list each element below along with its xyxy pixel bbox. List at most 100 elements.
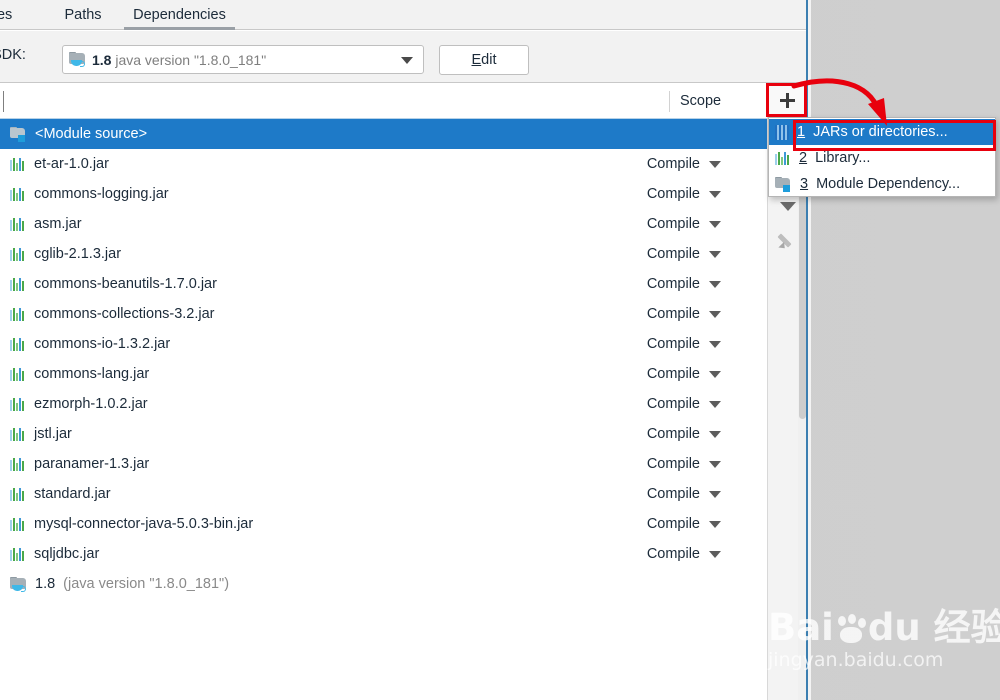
chevron-down-icon[interactable]: [401, 57, 413, 64]
table-row[interactable]: cglib-2.1.3.jar Compile: [0, 239, 767, 269]
chevron-down-icon[interactable]: [709, 190, 721, 198]
module-sdk-description: java version "1.8.0_181": [115, 51, 267, 68]
dependency-name-label: commons-collections-3.2.jar: [34, 306, 215, 322]
dependency-name-label: <Module source>: [35, 126, 148, 142]
module-sdk-combobox[interactable]: 1.8 java version "1.8.0_181": [62, 45, 424, 74]
chevron-down-icon[interactable]: [709, 550, 721, 558]
jar-icon: [10, 217, 26, 231]
table-row[interactable]: ezmorph-1.0.2.jar Compile: [0, 389, 767, 419]
module-folder-icon: [10, 126, 27, 142]
dependency-name-label: commons-beanutils-1.7.0.jar: [34, 276, 217, 292]
scope-dropdown[interactable]: Compile: [647, 239, 721, 269]
table-row[interactable]: 1.8 (java version "1.8.0_181"): [0, 569, 767, 599]
scope-dropdown[interactable]: Compile: [647, 209, 721, 239]
scope-value: Compile: [646, 336, 700, 352]
jar-icon: [10, 457, 26, 471]
dependency-name-cell: commons-beanutils-1.7.0.jar: [0, 276, 217, 292]
jar-icon: [10, 547, 26, 561]
dependency-list[interactable]: <Module source> et-ar-1.0.jar Compile commo…: [0, 119, 767, 700]
column-header-scope-label: Scope: [680, 93, 722, 109]
tab-dependencies-label: Dependencies: [133, 7, 226, 23]
scope-dropdown[interactable]: Compile: [647, 359, 721, 389]
project-structure-dialog: ces Paths Dependencies e SDK: 1.8 java v…: [0, 0, 810, 700]
scope-dropdown[interactable]: Compile: [647, 269, 721, 299]
table-row[interactable]: commons-collections-3.2.jar Compile: [0, 299, 767, 329]
dependency-name-label: 1.8: [35, 576, 56, 592]
add-button[interactable]: [768, 84, 807, 116]
dependency-name-cell: commons-logging.jar: [0, 186, 169, 202]
scope-dropdown[interactable]: Compile: [647, 419, 721, 449]
tab-paths[interactable]: Paths: [48, 0, 118, 30]
dependency-name-label: commons-logging.jar: [34, 186, 169, 202]
edit-button[interactable]: Edit: [439, 45, 529, 75]
scope-dropdown[interactable]: Compile: [647, 149, 721, 179]
table-row[interactable]: et-ar-1.0.jar Compile: [0, 149, 767, 179]
edit-button-mnemonic: E: [471, 52, 482, 68]
edit-button-label: dit: [481, 52, 497, 68]
menu-item-library[interactable]: 2 Library...: [769, 145, 995, 171]
scope-value: Compile: [646, 306, 700, 322]
menu-item-jars-or-directories[interactable]: 1 JARs or directories...: [769, 119, 995, 145]
chevron-down-icon[interactable]: [709, 280, 721, 288]
jdk-folder-icon: [10, 576, 27, 592]
table-row[interactable]: commons-beanutils-1.7.0.jar Compile: [0, 269, 767, 299]
menu-item-module-dependency[interactable]: 3 Module Dependency...: [769, 171, 995, 197]
table-row[interactable]: commons-logging.jar Compile: [0, 179, 767, 209]
table-row[interactable]: sqljdbc.jar Compile: [0, 539, 767, 569]
scope-value: Compile: [646, 276, 700, 292]
scope-dropdown[interactable]: Compile: [647, 479, 721, 509]
table-row[interactable]: standard.jar Compile: [0, 479, 767, 509]
chevron-down-icon[interactable]: [709, 370, 721, 378]
chevron-down-icon[interactable]: [709, 160, 721, 168]
scope-value: Compile: [646, 456, 700, 472]
module-sdk-version: 1.8: [92, 51, 112, 68]
scope-dropdown[interactable]: Compile: [647, 179, 721, 209]
tab-sources-label: ces: [0, 7, 13, 23]
table-row[interactable]: paranamer-1.3.jar Compile: [0, 449, 767, 479]
chevron-down-icon[interactable]: [709, 340, 721, 348]
scope-dropdown[interactable]: Compile: [647, 449, 721, 479]
dependency-name-label: sqljdbc.jar: [34, 546, 100, 562]
dependency-name-label: commons-io-1.3.2.jar: [34, 336, 171, 352]
screen: ces Paths Dependencies e SDK: 1.8 java v…: [0, 0, 1000, 700]
chevron-down-icon[interactable]: [709, 250, 721, 258]
scope-value: Compile: [646, 216, 700, 232]
tab-dependencies[interactable]: Dependencies: [118, 0, 241, 30]
module-sdk-label: e SDK:: [0, 47, 26, 63]
table-row[interactable]: jstl.jar Compile: [0, 419, 767, 449]
table-row[interactable]: commons-io-1.3.2.jar Compile: [0, 329, 767, 359]
chevron-down-icon[interactable]: [709, 430, 721, 438]
module-folder-icon: [775, 176, 792, 192]
chevron-down-icon[interactable]: [709, 310, 721, 318]
chevron-down-icon[interactable]: [709, 490, 721, 498]
table-row[interactable]: asm.jar Compile: [0, 209, 767, 239]
dependency-name-label: cglib-2.1.3.jar: [34, 246, 122, 262]
table-row[interactable]: commons-lang.jar Compile: [0, 359, 767, 389]
scope-dropdown[interactable]: Compile: [647, 299, 721, 329]
dependency-name-label: ezmorph-1.0.2.jar: [34, 396, 148, 412]
jar-icon: [10, 277, 26, 291]
scope-value: Compile: [646, 486, 700, 502]
table-row[interactable]: <Module source>: [0, 119, 767, 149]
chevron-down-icon[interactable]: [709, 400, 721, 408]
scope-dropdown[interactable]: Compile: [647, 539, 721, 569]
tab-sources[interactable]: ces: [0, 0, 36, 30]
dependency-name-label: et-ar-1.0.jar: [34, 156, 109, 172]
menu-item-0-shortcut: 1: [797, 124, 806, 140]
pencil-icon: [777, 232, 796, 251]
column-header-scope[interactable]: Scope: [680, 84, 721, 118]
jar-icon: [10, 427, 26, 441]
table-row[interactable]: mysql-connector-java-5.0.3-bin.jar Compil…: [0, 509, 767, 539]
jar-icon: [10, 307, 26, 321]
scope-dropdown[interactable]: Compile: [647, 329, 721, 359]
dependency-name-label: paranamer-1.3.jar: [34, 456, 150, 472]
chevron-down-icon[interactable]: [709, 520, 721, 528]
scope-value: Compile: [646, 246, 700, 262]
scope-dropdown[interactable]: Compile: [647, 509, 721, 539]
chevron-down-icon[interactable]: [709, 220, 721, 228]
dependency-name-cell: cglib-2.1.3.jar: [0, 246, 121, 262]
chevron-down-icon[interactable]: [709, 460, 721, 468]
scope-value: Compile: [646, 396, 700, 412]
menu-item-2-shortcut: 3: [800, 176, 809, 192]
scope-dropdown[interactable]: Compile: [647, 389, 721, 419]
